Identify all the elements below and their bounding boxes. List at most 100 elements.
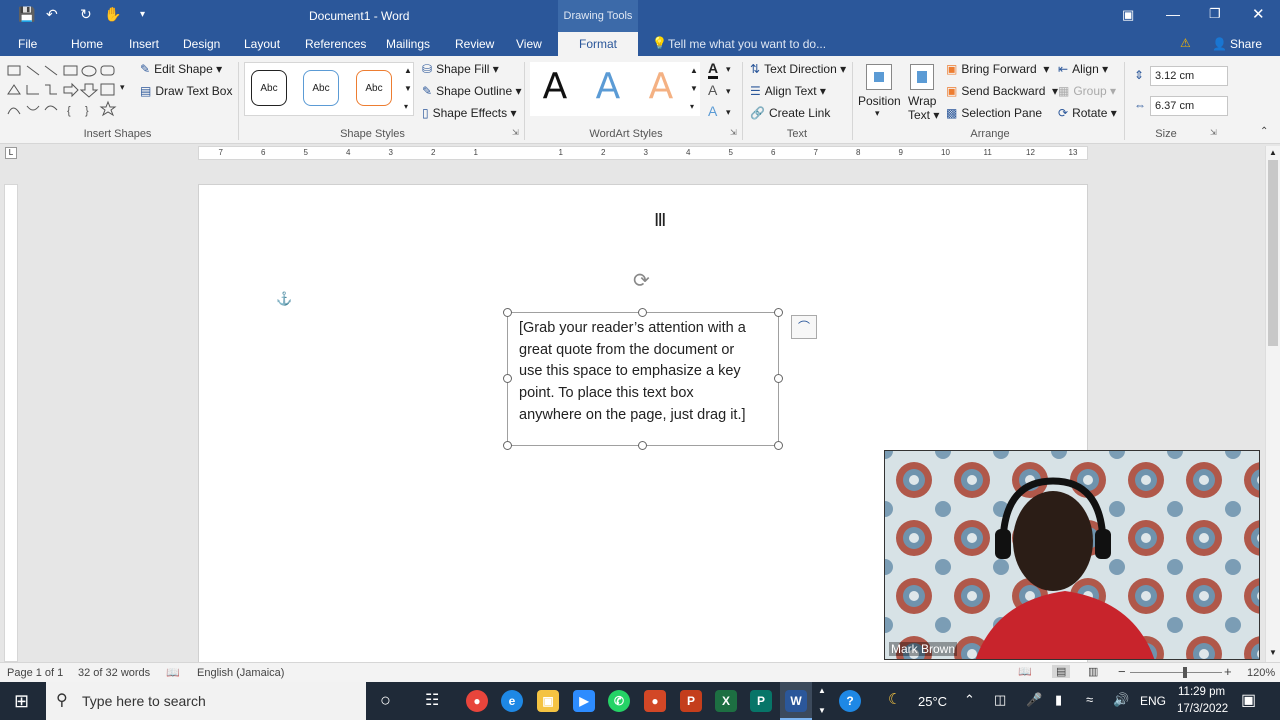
draw-text-box-button[interactable]: ▤ Draw Text Box [140,84,232,98]
scroll-down-icon[interactable]: ▼ [1269,648,1277,657]
whatsapp-icon[interactable]: ✆ [608,690,630,712]
collapse-ribbon-icon[interactable]: ⌃ [1260,126,1268,137]
minimize-icon[interactable]: — [1166,6,1180,22]
publisher-icon[interactable]: P [750,690,772,712]
gallery-more-icon[interactable]: ▾ [404,102,408,111]
weather-icon[interactable]: ☾ [888,690,901,708]
vertical-ruler[interactable] [4,184,18,662]
share-button[interactable]: Share [1230,37,1262,51]
zoom-in-icon[interactable]: + [1224,664,1232,679]
wordart-style[interactable]: A [588,66,628,107]
send-backward-button[interactable]: ▣ Send Backward ▾ [946,84,1058,98]
shape-style-preset[interactable]: Abc [251,70,287,106]
resize-handle[interactable] [503,374,512,383]
undo-icon[interactable]: ↶ [46,6,58,23]
scrollbar-thumb[interactable] [1268,160,1278,346]
scroll-up-icon[interactable]: ▲ [1269,148,1277,157]
web-layout-icon[interactable]: ▥ [1088,665,1098,678]
temperature[interactable]: 25°C [918,694,947,709]
resize-handle[interactable] [503,441,512,450]
tab-home[interactable]: Home [71,37,103,51]
vertical-scrollbar[interactable]: ▲ ▼ [1265,146,1280,662]
clock-date[interactable]: 17/3/2022 [1177,703,1228,715]
task-view-icon[interactable]: ☷ [425,690,439,710]
redo-icon[interactable]: ↻ [80,6,92,23]
height-field[interactable]: 3.12 cm [1150,66,1228,86]
volume-icon[interactable]: 🔊 [1113,692,1129,708]
zoom-slider[interactable] [1130,667,1222,678]
rotate-button[interactable]: ⟳ Rotate ▾ [1058,106,1117,120]
meet-now-icon[interactable]: ◫ [994,692,1006,708]
more-shapes-icon[interactable]: ▾ [120,82,125,93]
save-icon[interactable]: 💾 [18,6,35,23]
tab-mailings[interactable]: Mailings [386,37,430,51]
resize-handle[interactable] [503,308,512,317]
microphone-icon[interactable]: 🎤 [1026,692,1042,708]
ribbon-display-icon[interactable]: ▣ [1122,7,1134,23]
chrome-icon[interactable]: ● [466,690,488,712]
selection-pane-button[interactable]: ▩ Selection Pane [946,106,1042,120]
tab-file[interactable]: File [18,37,37,51]
zoom-level[interactable]: 120% [1247,667,1275,679]
word-taskbar-button[interactable]: W [780,682,812,720]
dialog-launcher-icon[interactable]: ⇲ [1210,128,1217,137]
customize-qat-icon[interactable]: ▾ [140,9,145,20]
wrap-text-icon[interactable] [910,64,934,90]
horizontal-ruler[interactable]: 7 6 5 4 3 2 1 1 2 3 4 5 6 7 8 9 10 11 12 13 [198,146,1088,160]
tab-references[interactable]: References [305,37,366,51]
resize-handle[interactable] [774,441,783,450]
align-text-button[interactable]: ☰ Align Text ▾ [750,84,826,98]
edge-icon[interactable]: e [501,690,523,712]
gallery-more-icon[interactable]: ▾ [690,102,694,111]
screen-recorder-icon[interactable]: ● [644,690,666,712]
gallery-down-icon[interactable]: ▼ [690,84,698,93]
cortana-icon[interactable]: ○ [380,690,391,711]
tab-insert[interactable]: Insert [129,37,159,51]
shapes-gallery[interactable]: { } [5,62,120,120]
windows-start-icon[interactable]: ⊞ [14,691,29,712]
file-explorer-icon[interactable]: ▣ [537,690,559,712]
rotate-handle-icon[interactable]: ⟳ [633,268,650,293]
shape-effects-button[interactable]: ▯ Shape Effects ▾ [422,106,516,120]
resize-handle[interactable] [638,441,647,450]
zoom-app-icon[interactable]: ▶ [573,690,595,712]
width-field[interactable]: 6.37 cm [1150,96,1228,116]
create-link-button[interactable]: 🔗 Create Link [750,106,830,120]
group-button[interactable]: ▦ Group ▾ [1058,84,1116,98]
input-language[interactable]: ENG [1140,694,1166,708]
powerpoint-icon[interactable]: P [680,690,702,712]
language[interactable]: English (Jamaica) [197,667,284,679]
page-count[interactable]: Page 1 of 1 [7,667,63,679]
shape-fill-button[interactable]: ⛁ Shape Fill ▾ [422,62,499,76]
taskbar-search[interactable]: ⚲ Type here to search [46,682,366,720]
proofing-icon[interactable]: 📖 [166,666,180,679]
layout-options-icon[interactable]: ⌒ [791,315,817,339]
text-outline-icon[interactable]: A [708,82,717,98]
show-hidden-icons[interactable]: ⌃ [964,692,975,708]
tab-view[interactable]: View [516,37,542,51]
battery-icon[interactable]: ▮ [1055,692,1062,708]
dropdown-icon[interactable]: ▾ [875,108,880,119]
taskbar-down-icon[interactable]: ▼ [818,706,826,715]
wrap-text-label-1[interactable]: Wrap [908,94,936,108]
touch-mode-icon[interactable]: ✋ [104,6,121,23]
resize-handle[interactable] [774,374,783,383]
restore-icon[interactable]: ❐ [1209,6,1221,22]
wordart-style[interactable]: A [535,66,575,107]
zoom-slider-thumb[interactable] [1183,667,1188,678]
shape-outline-button[interactable]: ✎ Shape Outline ▾ [422,84,521,98]
zoom-out-icon[interactable]: − [1118,664,1126,679]
taskbar-up-icon[interactable]: ▲ [818,686,826,695]
read-mode-icon[interactable]: 📖 [1018,665,1032,678]
tab-format[interactable]: Format [558,32,638,56]
tab-selector[interactable]: L [5,147,17,159]
gallery-up-icon[interactable]: ▲ [690,66,698,75]
word-count[interactable]: 32 of 32 words [78,667,150,679]
text-direction-button[interactable]: ⇅ Text Direction ▾ [750,62,846,76]
tab-design[interactable]: Design [183,37,220,51]
text-effects-icon[interactable]: A [708,103,717,119]
clock-time[interactable]: 11:29 pm [1178,686,1225,698]
text-fill-icon[interactable]: A [708,60,719,79]
shape-style-preset[interactable]: Abc [356,70,392,106]
edit-shape-button[interactable]: ✎ Edit Shape ▾ [140,62,222,76]
